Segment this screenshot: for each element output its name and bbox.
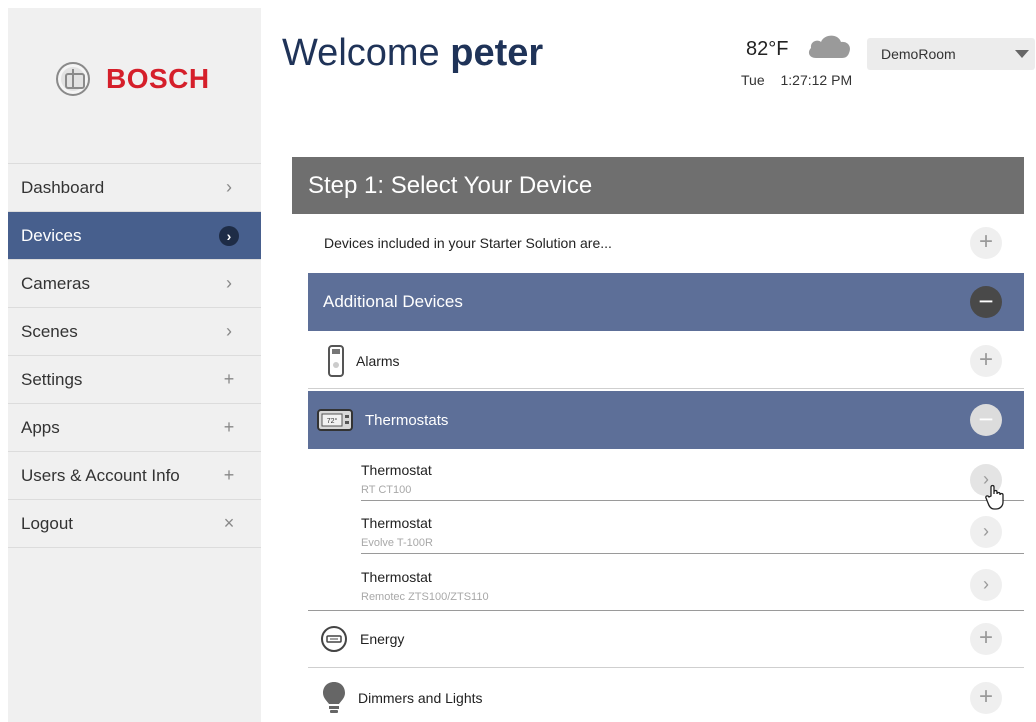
thermostats-label: Thermostats: [365, 411, 449, 429]
list-item[interactable]: Thermostat Evolve T-100R ›: [361, 505, 1024, 558]
sidebar-item-label: Settings: [21, 369, 83, 389]
day-label: Tue: [741, 72, 765, 88]
thermostat-icon-text: 72°: [327, 417, 338, 425]
plus-icon: +: [223, 417, 235, 437]
light-bulb-icon: [323, 682, 345, 713]
list-item[interactable]: Thermostat Remotec ZTS100/ZTS110 ›: [361, 559, 1024, 609]
additional-devices-header[interactable]: Additional Devices −: [308, 273, 1024, 331]
starter-solution-row[interactable]: Devices included in your Starter Solutio…: [308, 216, 1024, 270]
close-icon: ×: [223, 513, 235, 533]
sidebar-item-label: Logout: [21, 513, 73, 533]
sidebar-item-label: Devices: [21, 225, 82, 245]
chevron-right-icon: ›: [226, 177, 232, 197]
collapse-additional-button[interactable]: −: [970, 286, 1002, 318]
select-device-button[interactable]: ›: [970, 569, 1002, 601]
chevron-right-circle-icon: ›: [219, 225, 239, 246]
sidebar-item-label: Scenes: [21, 321, 78, 341]
device-model: Evolve T-100R: [361, 537, 433, 549]
sidebar-item-settings[interactable]: Settings +: [8, 356, 261, 404]
divider: [361, 500, 1024, 501]
device-name: Thermostat: [361, 462, 432, 478]
welcome-prefix: Welcome: [282, 32, 440, 74]
device-category-thermostats[interactable]: 72° Thermostats −: [308, 391, 1024, 449]
divider: [361, 553, 1024, 554]
sidebar-item-users-account[interactable]: Users & Account Info +: [8, 452, 261, 500]
sidebar-item-label: Dashboard: [21, 177, 105, 197]
sidebar-item-apps[interactable]: Apps +: [8, 404, 261, 452]
sidebar-item-scenes[interactable]: Scenes ›: [8, 308, 261, 356]
sidebar-item-devices[interactable]: Devices ›: [8, 212, 261, 260]
time-label: 1:27:12 PM: [780, 72, 853, 88]
username: peter: [450, 32, 544, 74]
chevron-right-icon: ›: [226, 321, 232, 341]
cloud-icon: [808, 35, 851, 58]
expand-starter-button[interactable]: +: [970, 227, 1002, 259]
temperature-readout: 82°F: [746, 38, 789, 60]
thermostat-icon: 72°: [317, 409, 353, 431]
sidebar-item-cameras[interactable]: Cameras ›: [8, 260, 261, 308]
list-item[interactable]: Thermostat RT CT100 ›: [361, 452, 1024, 505]
bosch-logo[interactable]: BOSCH: [56, 62, 210, 96]
caret-down-icon: [1015, 50, 1029, 58]
energy-label: Energy: [360, 631, 405, 647]
sidebar: BOSCH Dashboard › Devices › Cameras › Sc…: [8, 8, 261, 722]
alarms-label: Alarms: [356, 352, 400, 369]
sidebar-item-label: Apps: [21, 417, 60, 437]
expand-dimmers-button[interactable]: +: [970, 682, 1002, 714]
date-time: Tue 1:27:12 PM: [741, 72, 852, 88]
additional-devices-title: Additional Devices: [323, 292, 463, 311]
device-model: RT CT100: [361, 484, 412, 496]
step-header: Step 1: Select Your Device: [292, 157, 1024, 214]
expand-energy-button[interactable]: +: [970, 623, 1002, 655]
device-category-energy[interactable]: Energy +: [308, 610, 1024, 668]
starter-solution-text: Devices included in your Starter Solutio…: [324, 235, 612, 251]
page-title: Welcome peter: [282, 32, 543, 75]
energy-meter-icon: [321, 626, 347, 652]
dimmers-label: Dimmers and Lights: [358, 690, 483, 706]
chevron-right-icon: ›: [226, 273, 232, 293]
device-name: Thermostat: [361, 569, 432, 585]
sidebar-item-logout[interactable]: Logout ×: [8, 500, 261, 548]
brand-name: BOSCH: [106, 63, 210, 94]
device-category-alarms[interactable]: Alarms +: [308, 333, 1024, 389]
sidebar-item-dashboard[interactable]: Dashboard ›: [8, 164, 261, 212]
sidebar-nav: Dashboard › Devices › Cameras › Scenes ›…: [8, 163, 261, 548]
collapse-thermostats-button[interactable]: −: [970, 404, 1002, 436]
bosch-armature-icon: [56, 62, 90, 96]
sidebar-item-label: Cameras: [21, 273, 90, 293]
device-name: Thermostat: [361, 515, 432, 531]
plus-icon: +: [223, 369, 235, 389]
plus-icon: +: [223, 465, 235, 485]
device-category-dimmers-lights[interactable]: Dimmers and Lights +: [308, 670, 1024, 722]
sidebar-item-label: Users & Account Info: [21, 465, 180, 485]
select-device-button[interactable]: ›: [970, 516, 1002, 548]
room-select[interactable]: DemoRoom: [867, 38, 1035, 70]
device-model: Remotec ZTS100/ZTS110: [361, 591, 489, 603]
expand-alarms-button[interactable]: +: [970, 344, 1002, 377]
alarm-sensor-icon: [328, 344, 344, 377]
room-select-value: DemoRoom: [881, 46, 956, 62]
